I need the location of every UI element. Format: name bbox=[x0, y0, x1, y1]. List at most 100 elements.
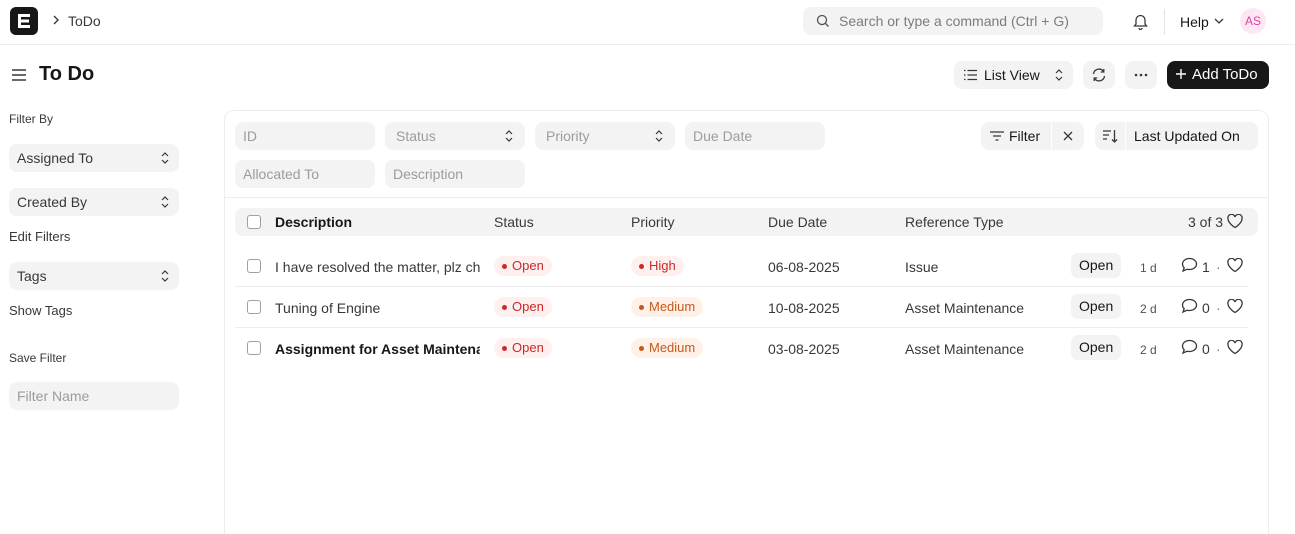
table-row[interactable]: Assignment for Asset Maintenance Open Me… bbox=[235, 328, 1248, 369]
filter-button[interactable]: Filter bbox=[981, 122, 1051, 150]
header-reference-type: Reference Type bbox=[905, 214, 1004, 230]
priority-badge: High bbox=[631, 256, 684, 276]
plus-icon bbox=[1176, 69, 1186, 79]
status-badge: Open bbox=[494, 256, 552, 276]
tags-label: Tags bbox=[17, 268, 47, 284]
record-count: 3 of 3 bbox=[1188, 214, 1224, 230]
row-reference-type: Asset Maintenance bbox=[905, 300, 1025, 316]
row-due-date: 03-08-2025 bbox=[768, 341, 840, 357]
row-checkbox[interactable] bbox=[247, 341, 261, 355]
comment-icon[interactable] bbox=[1181, 298, 1198, 314]
updown-icon bbox=[161, 152, 169, 164]
header-description[interactable]: Description bbox=[275, 214, 352, 230]
save-filter-label: Save Filter bbox=[9, 351, 67, 365]
updown-icon bbox=[161, 270, 169, 282]
refresh-icon bbox=[1092, 68, 1106, 82]
status-badge: Open bbox=[494, 338, 552, 358]
filter-button-label: Filter bbox=[1009, 128, 1041, 144]
row-age: 2 d bbox=[1140, 302, 1157, 316]
priority-filter-select[interactable]: Priority bbox=[535, 122, 675, 150]
frappe-logo-icon[interactable] bbox=[10, 7, 38, 35]
heart-icon[interactable] bbox=[1227, 299, 1243, 314]
close-icon bbox=[1063, 131, 1073, 141]
navbar: ToDo Help AS bbox=[0, 0, 1295, 45]
heart-icon[interactable] bbox=[1227, 258, 1243, 273]
edit-filters-link[interactable]: Edit Filters bbox=[9, 229, 70, 244]
row-separator: · bbox=[1216, 259, 1221, 275]
sort-direction-button[interactable] bbox=[1095, 122, 1125, 150]
table-row[interactable]: Tuning of Engine Open Medium 10-08-2025 … bbox=[235, 287, 1248, 328]
updown-icon bbox=[655, 130, 663, 142]
row-due-date: 10-08-2025 bbox=[768, 300, 840, 316]
avatar[interactable]: AS bbox=[1240, 8, 1266, 34]
bell-icon[interactable] bbox=[1132, 12, 1149, 30]
row-age: 1 d bbox=[1140, 261, 1157, 275]
list-view-button[interactable]: List View bbox=[954, 61, 1073, 89]
row-age: 2 d bbox=[1140, 343, 1157, 357]
header-status: Status bbox=[494, 214, 534, 230]
navbar-divider bbox=[1164, 9, 1165, 35]
id-filter-input[interactable] bbox=[235, 122, 375, 150]
row-status-tag: Open bbox=[1071, 253, 1122, 278]
table-row[interactable]: I have resolved the matter, plz check Op… bbox=[235, 246, 1248, 287]
due-date-filter-input[interactable] bbox=[685, 122, 825, 150]
description-filter-input[interactable] bbox=[385, 160, 525, 188]
row-due-date: 06-08-2025 bbox=[768, 259, 840, 275]
sort-by-label: Last Updated On bbox=[1134, 128, 1240, 144]
row-reference-type: Asset Maintenance bbox=[905, 341, 1025, 357]
row-status-tag: Open bbox=[1071, 335, 1122, 360]
filter-icon bbox=[990, 131, 1004, 141]
row-separator: · bbox=[1216, 300, 1221, 316]
breadcrumb-todo[interactable]: ToDo bbox=[68, 13, 101, 29]
search-bar[interactable] bbox=[803, 7, 1103, 35]
add-todo-button[interactable]: Add ToDo bbox=[1167, 61, 1269, 89]
comment-icon[interactable] bbox=[1181, 257, 1198, 273]
created-by-select[interactable]: Created By bbox=[9, 188, 179, 216]
clear-filter-button[interactable] bbox=[1052, 122, 1084, 150]
row-comment-count: 0 bbox=[1202, 341, 1210, 357]
more-actions-button[interactable] bbox=[1125, 61, 1157, 89]
status-filter-label: Status bbox=[396, 128, 436, 144]
header-due-date: Due Date bbox=[768, 214, 828, 230]
row-description[interactable]: I have resolved the matter, plz check bbox=[275, 259, 480, 275]
show-tags-link[interactable]: Show Tags bbox=[9, 303, 72, 318]
table-header: Description Status Priority Due Date Ref… bbox=[235, 208, 1258, 236]
row-comment-count: 1 bbox=[1202, 259, 1210, 275]
filter-name-input[interactable] bbox=[9, 382, 179, 410]
search-icon bbox=[816, 14, 829, 27]
list-view-label: List View bbox=[984, 67, 1040, 83]
filter-by-label: Filter By bbox=[9, 112, 54, 126]
more-icon bbox=[1134, 73, 1148, 77]
assigned-to-select[interactable]: Assigned To bbox=[9, 144, 179, 172]
heart-icon[interactable] bbox=[1227, 340, 1243, 355]
standard-filters: Status Priority Filter Last Updated On bbox=[225, 111, 1268, 198]
status-filter-select[interactable]: Status bbox=[385, 122, 525, 150]
header-priority: Priority bbox=[631, 214, 675, 230]
created-by-label: Created By bbox=[17, 194, 88, 210]
heart-icon[interactable] bbox=[1227, 214, 1243, 229]
priority-badge: Medium bbox=[631, 338, 704, 358]
page-title: To Do bbox=[39, 63, 95, 85]
hamburger-icon[interactable] bbox=[12, 68, 26, 82]
row-checkbox[interactable] bbox=[247, 259, 261, 273]
comment-icon[interactable] bbox=[1181, 339, 1198, 355]
search-input[interactable] bbox=[839, 7, 1097, 35]
priority-filter-label: Priority bbox=[546, 128, 590, 144]
sort-by-button[interactable]: Last Updated On bbox=[1126, 122, 1258, 150]
updown-icon bbox=[505, 130, 513, 142]
row-description[interactable]: Assignment for Asset Maintenance bbox=[275, 341, 480, 357]
row-separator: · bbox=[1216, 341, 1221, 357]
help-menu[interactable]: Help bbox=[1180, 14, 1209, 30]
refresh-button[interactable] bbox=[1083, 61, 1115, 89]
row-reference-type: Issue bbox=[905, 259, 939, 275]
assigned-to-label: Assigned To bbox=[17, 150, 94, 166]
allocated-to-filter-input[interactable] bbox=[235, 160, 375, 188]
chevron-down-icon[interactable] bbox=[1214, 17, 1224, 25]
row-checkbox[interactable] bbox=[247, 300, 261, 314]
row-description[interactable]: Tuning of Engine bbox=[275, 300, 480, 316]
sort-icon bbox=[1103, 130, 1118, 143]
select-all-checkbox[interactable] bbox=[247, 215, 261, 229]
priority-badge: Medium bbox=[631, 297, 704, 317]
row-status-tag: Open bbox=[1071, 294, 1122, 319]
tags-select[interactable]: Tags bbox=[9, 262, 179, 290]
